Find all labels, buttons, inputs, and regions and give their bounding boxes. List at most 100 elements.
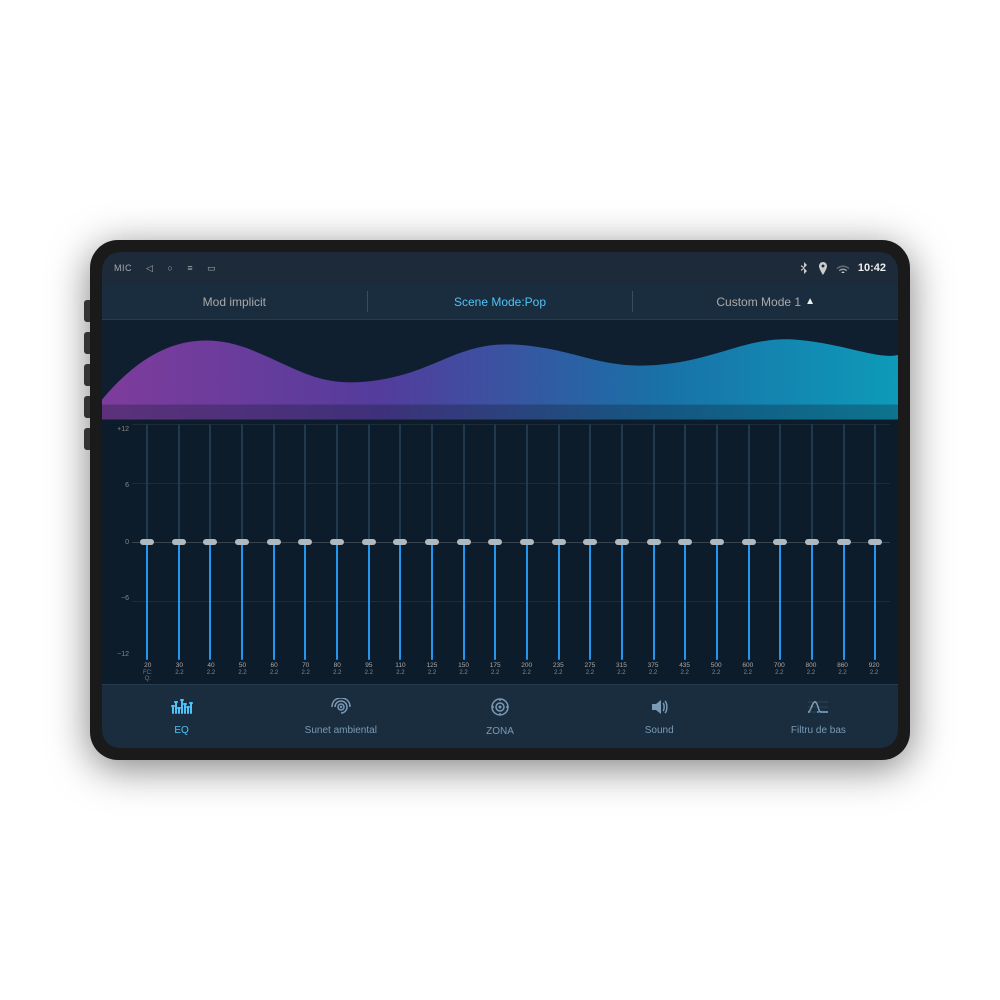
fcq-125: 2.2 bbox=[416, 670, 448, 682]
slider-col-20[interactable] bbox=[132, 424, 162, 660]
slider-track-110[interactable] bbox=[399, 424, 401, 660]
slider-track-175[interactable] bbox=[494, 424, 496, 660]
slider-thumb-800[interactable] bbox=[805, 539, 819, 545]
slider-track-860[interactable] bbox=[843, 424, 845, 660]
slider-track-500[interactable] bbox=[716, 424, 718, 660]
slider-thumb-920[interactable] bbox=[868, 539, 882, 545]
slider-col-375[interactable] bbox=[639, 424, 669, 660]
slider-col-315[interactable] bbox=[607, 424, 637, 660]
slider-thumb-200[interactable] bbox=[520, 539, 534, 545]
slider-thumb-860[interactable] bbox=[837, 539, 851, 545]
slider-track-275[interactable] bbox=[589, 424, 591, 660]
slider-thumb-175[interactable] bbox=[488, 539, 502, 545]
slider-thumb-235[interactable] bbox=[552, 539, 566, 545]
slider-track-375[interactable] bbox=[653, 424, 655, 660]
slider-thumb-30[interactable] bbox=[172, 539, 186, 545]
tab-sunet[interactable]: Sunet ambiental bbox=[261, 685, 420, 748]
nav-menu[interactable]: ≡ bbox=[187, 263, 193, 273]
slider-track-80[interactable] bbox=[336, 424, 338, 660]
tab-zona[interactable]: ZONA bbox=[420, 685, 579, 748]
mode-custom[interactable]: Custom Mode 1 ▲ bbox=[633, 284, 898, 319]
slider-track-150[interactable] bbox=[463, 424, 465, 660]
fcq-275: 2.2 bbox=[574, 670, 606, 682]
freq-label-920: 920 bbox=[858, 662, 890, 669]
tab-sound[interactable]: Sound bbox=[580, 685, 739, 748]
slider-track-200[interactable] bbox=[526, 424, 528, 660]
freq-label-70: 70 bbox=[290, 662, 322, 669]
slider-track-920[interactable] bbox=[874, 424, 876, 660]
side-button-4[interactable] bbox=[84, 396, 90, 418]
slider-thumb-95[interactable] bbox=[362, 539, 376, 545]
slider-thumb-700[interactable] bbox=[773, 539, 787, 545]
slider-col-95[interactable] bbox=[354, 424, 384, 660]
slider-thumb-125[interactable] bbox=[425, 539, 439, 545]
slider-col-435[interactable] bbox=[670, 424, 700, 660]
side-button-1[interactable] bbox=[84, 300, 90, 322]
slider-track-60[interactable] bbox=[273, 424, 275, 660]
slider-track-315[interactable] bbox=[621, 424, 623, 660]
nav-recent[interactable]: ▭ bbox=[207, 263, 216, 274]
slider-col-40[interactable] bbox=[195, 424, 225, 660]
slider-track-125[interactable] bbox=[431, 424, 433, 660]
slider-thumb-275[interactable] bbox=[583, 539, 597, 545]
slider-col-800[interactable] bbox=[797, 424, 827, 660]
mode-default[interactable]: Mod implicit bbox=[102, 284, 367, 319]
slider-col-70[interactable] bbox=[290, 424, 320, 660]
slider-col-500[interactable] bbox=[702, 424, 732, 660]
tab-eq[interactable]: EQ bbox=[102, 685, 261, 748]
slider-col-50[interactable] bbox=[227, 424, 257, 660]
freq-label-275: 275 bbox=[574, 662, 606, 669]
slider-thumb-40[interactable] bbox=[203, 539, 217, 545]
slider-track-50[interactable] bbox=[241, 424, 243, 660]
slider-thumb-315[interactable] bbox=[615, 539, 629, 545]
slider-thumb-60[interactable] bbox=[267, 539, 281, 545]
side-button-3[interactable] bbox=[84, 364, 90, 386]
slider-col-275[interactable] bbox=[575, 424, 605, 660]
tab-filtru[interactable]: Filtru de bas bbox=[739, 685, 898, 748]
slider-col-175[interactable] bbox=[480, 424, 510, 660]
slider-thumb-500[interactable] bbox=[710, 539, 724, 545]
slider-thumb-80[interactable] bbox=[330, 539, 344, 545]
slider-col-80[interactable] bbox=[322, 424, 352, 660]
slider-track-20[interactable] bbox=[146, 424, 148, 660]
slider-track-435[interactable] bbox=[684, 424, 686, 660]
slider-thumb-600[interactable] bbox=[742, 539, 756, 545]
mode-scene[interactable]: Scene Mode:Pop bbox=[368, 284, 633, 319]
slider-track-95[interactable] bbox=[368, 424, 370, 660]
slider-col-600[interactable] bbox=[734, 424, 764, 660]
slider-col-860[interactable] bbox=[829, 424, 859, 660]
slider-thumb-50[interactable] bbox=[235, 539, 249, 545]
fcq-60: 2.2 bbox=[258, 670, 290, 682]
slider-col-235[interactable] bbox=[544, 424, 574, 660]
slider-track-600[interactable] bbox=[748, 424, 750, 660]
slider-track-40[interactable] bbox=[209, 424, 211, 660]
status-right: 10:42 bbox=[798, 261, 886, 275]
slider-col-30[interactable] bbox=[164, 424, 194, 660]
slider-col-60[interactable] bbox=[259, 424, 289, 660]
slider-track-235[interactable] bbox=[558, 424, 560, 660]
slider-col-125[interactable] bbox=[417, 424, 447, 660]
freq-label-80: 80 bbox=[321, 662, 353, 669]
slider-col-200[interactable] bbox=[512, 424, 542, 660]
slider-thumb-150[interactable] bbox=[457, 539, 471, 545]
slider-thumb-110[interactable] bbox=[393, 539, 407, 545]
nav-back[interactable]: ◁ bbox=[146, 263, 153, 274]
slider-thumb-70[interactable] bbox=[298, 539, 312, 545]
slider-col-920[interactable] bbox=[860, 424, 890, 660]
slider-thumb-435[interactable] bbox=[678, 539, 692, 545]
slider-track-70[interactable] bbox=[304, 424, 306, 660]
slider-track-800[interactable] bbox=[811, 424, 813, 660]
fcq-700: 2.2 bbox=[764, 670, 796, 682]
slider-thumb-20[interactable] bbox=[140, 539, 154, 545]
slider-thumb-375[interactable] bbox=[647, 539, 661, 545]
slider-col-700[interactable] bbox=[765, 424, 795, 660]
eq-sliders-container: +12 6 0 −6 −12 bbox=[102, 420, 898, 684]
slider-col-110[interactable] bbox=[385, 424, 415, 660]
slider-track-30[interactable] bbox=[178, 424, 180, 660]
side-button-5[interactable] bbox=[84, 428, 90, 450]
nav-home[interactable]: ○ bbox=[167, 263, 173, 273]
side-button-2[interactable] bbox=[84, 332, 90, 354]
slider-col-150[interactable] bbox=[449, 424, 479, 660]
slider-track-700[interactable] bbox=[779, 424, 781, 660]
freq-label-30: 30 bbox=[164, 662, 196, 669]
